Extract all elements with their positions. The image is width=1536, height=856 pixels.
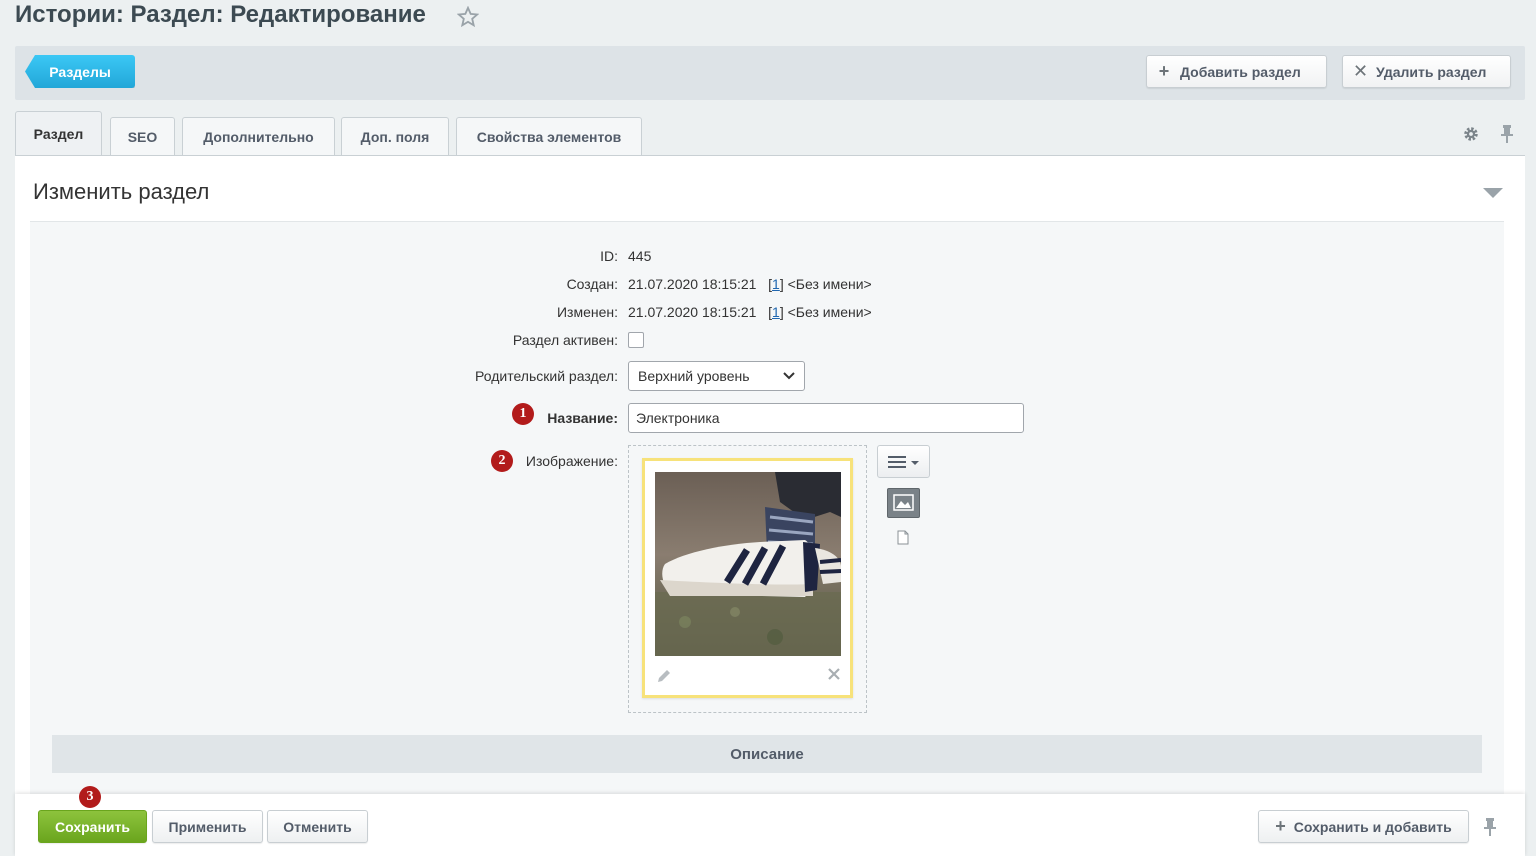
save-and-add-button[interactable]: + Сохранить и добавить xyxy=(1258,810,1469,843)
delete-section-label: Удалить раздел xyxy=(1376,63,1487,80)
add-section-button[interactable]: + Добавить раздел xyxy=(1146,55,1327,88)
tab-additional[interactable]: Дополнительно xyxy=(182,117,335,155)
marker-badge-3: 3 xyxy=(79,786,101,808)
id-label: ID: xyxy=(600,248,618,264)
parent-section-value: Верхний уровень xyxy=(638,368,750,384)
apply-label: Применить xyxy=(168,818,247,835)
delete-section-button[interactable]: ✕ Удалить раздел xyxy=(1342,55,1511,88)
pencil-icon[interactable] xyxy=(656,668,672,684)
toolbar: Разделы + Добавить раздел ✕ Удалить разд… xyxy=(15,46,1525,100)
pin-icon[interactable] xyxy=(1483,817,1497,837)
plus-icon: + xyxy=(1275,816,1286,836)
created-user-name: <Без имени> xyxy=(787,276,872,292)
tab-label: Свойства элементов xyxy=(476,128,622,145)
active-checkbox[interactable] xyxy=(628,332,644,348)
sections-back-label: Разделы xyxy=(49,63,111,80)
pin-icon[interactable] xyxy=(1500,124,1514,144)
tab-extra-fields[interactable]: Доп. поля xyxy=(341,117,449,155)
modified-user-name: <Без имени> xyxy=(787,304,872,320)
chevron-down-icon xyxy=(783,372,795,380)
tab-section[interactable]: Раздел xyxy=(15,111,102,156)
parent-section-select[interactable]: Верхний уровень xyxy=(628,361,805,391)
plus-icon: + xyxy=(1158,61,1170,81)
name-label: Название: xyxy=(547,410,618,426)
menu-lines-icon xyxy=(888,456,919,468)
save-button[interactable]: Сохранить xyxy=(38,810,147,843)
marker-badge-1: 1 xyxy=(512,403,534,425)
sneaker-photo xyxy=(655,472,841,656)
tab-label: SEO xyxy=(127,128,158,145)
collapse-arrow-icon[interactable] xyxy=(1483,188,1503,198)
tab-label: Раздел xyxy=(33,126,84,142)
modified-value: 21.07.2020 18:15:21 [1] <Без имени> xyxy=(628,304,872,320)
add-section-label: Добавить раздел xyxy=(1180,63,1301,80)
parent-label: Родительский раздел: xyxy=(475,368,618,384)
save-and-add-label: Сохранить и добавить xyxy=(1293,818,1452,835)
created-user-link[interactable]: 1 xyxy=(772,276,780,292)
modified-user-link[interactable]: 1 xyxy=(772,304,780,320)
cancel-label: Отменить xyxy=(283,818,352,835)
name-input[interactable] xyxy=(628,403,1024,433)
modified-date: 21.07.2020 18:15:21 xyxy=(628,304,757,320)
image-view-icon[interactable] xyxy=(887,488,920,518)
cancel-button[interactable]: Отменить xyxy=(267,810,368,843)
created-date: 21.07.2020 18:15:21 xyxy=(628,276,757,292)
apply-button[interactable]: Применить xyxy=(152,810,263,843)
save-label: Сохранить xyxy=(55,818,130,835)
image-preview-card[interactable] xyxy=(642,458,853,698)
active-label: Раздел активен: xyxy=(512,332,618,348)
tab-seo[interactable]: SEO xyxy=(110,117,175,155)
modified-label: Изменен: xyxy=(556,304,618,320)
star-icon[interactable] xyxy=(457,6,479,28)
image-menu-button[interactable] xyxy=(877,445,930,478)
panel-title: Изменить раздел xyxy=(33,179,210,204)
page-title: Истории: Раздел: Редактирование xyxy=(15,1,426,28)
tab-label: Дополнительно xyxy=(203,128,314,145)
tab-label: Доп. поля xyxy=(360,128,430,145)
close-icon[interactable] xyxy=(827,667,841,681)
tab-element-properties[interactable]: Свойства элементов xyxy=(456,117,642,155)
file-icon[interactable] xyxy=(897,530,909,545)
close-icon: ✕ xyxy=(1353,61,1369,81)
gear-icon[interactable] xyxy=(1462,125,1480,143)
id-value: 445 xyxy=(628,248,652,264)
description-section-header: Описание xyxy=(52,735,1482,773)
picture-icon xyxy=(893,494,914,511)
created-value: 21.07.2020 18:15:21 [1] <Без имени> xyxy=(628,276,872,292)
created-label: Создан: xyxy=(566,276,618,292)
sections-back-button[interactable]: Разделы xyxy=(25,55,135,88)
image-label: Изображение: xyxy=(525,453,618,469)
description-title: Описание xyxy=(730,745,804,763)
marker-badge-2: 2 xyxy=(491,450,513,472)
